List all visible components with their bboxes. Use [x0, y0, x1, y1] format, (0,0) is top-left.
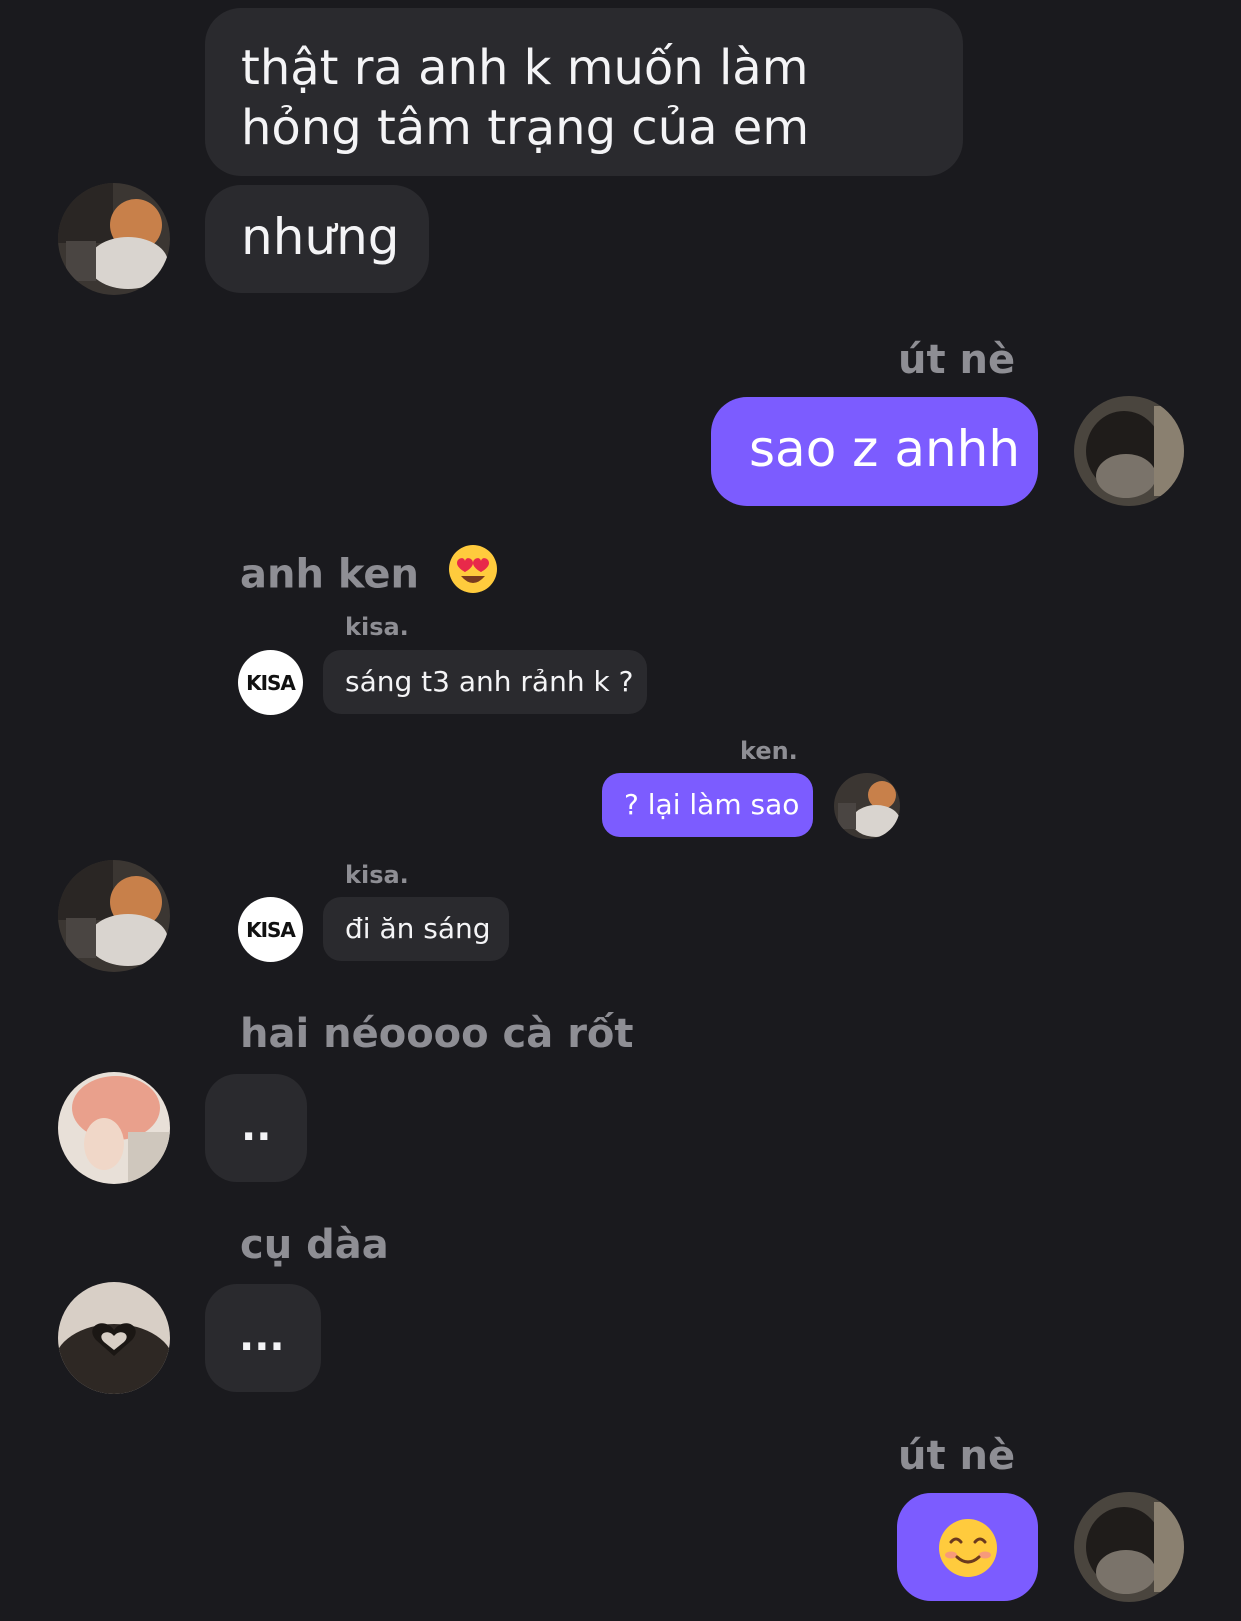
kisa-logo-avatar[interactable]: KISA [238, 897, 303, 962]
reply-sender-name: ken. [740, 737, 798, 765]
reply-bubble[interactable]: đi ăn sáng [323, 897, 509, 961]
heart-eyes-icon [447, 543, 499, 610]
message-bubble[interactable]: .. [205, 1074, 307, 1182]
message-text: nhưng [241, 208, 400, 266]
avatar[interactable] [58, 183, 170, 295]
sender-name: hai néoooo cà rốt [240, 1011, 634, 1057]
message-bubble[interactable]: sao z anhh [711, 397, 1038, 506]
message-bubble[interactable]: ... [205, 1284, 321, 1392]
kisa-logo-text: KISA [246, 917, 296, 942]
avatar[interactable] [1074, 396, 1184, 506]
reply-sender-name: kisa. [345, 861, 409, 889]
sender-name: anh ken [240, 543, 499, 610]
reply-bubble[interactable]: ? lại làm sao [602, 773, 813, 837]
message-text: sao z anhh [749, 420, 1021, 478]
avatar[interactable] [58, 1282, 170, 1394]
message-bubble[interactable]: thật ra anh k muốn làm hỏng tâm trạng củ… [205, 8, 963, 176]
message-text: .. [241, 1104, 272, 1150]
avatar[interactable] [58, 860, 170, 972]
avatar[interactable] [58, 1072, 170, 1184]
reply-text: sáng t3 anh rảnh k ? [345, 665, 634, 698]
avatar[interactable] [834, 773, 900, 839]
reply-sender-name: kisa. [345, 613, 409, 641]
sender-name-text: anh ken [240, 551, 420, 598]
message-text: ... [239, 1314, 285, 1360]
reply-text: ? lại làm sao [624, 788, 800, 821]
reply-text: đi ăn sáng [345, 912, 491, 945]
reply-bubble[interactable]: sáng t3 anh rảnh k ? [323, 650, 647, 714]
message-text: thật ra anh k muốn làm hỏng tâm trạng củ… [241, 40, 810, 156]
sender-name: út nè [898, 337, 1016, 383]
smiling-face-icon [937, 1517, 999, 1583]
avatar[interactable] [1074, 1492, 1184, 1602]
kisa-logo-avatar[interactable]: KISA [238, 650, 303, 715]
sender-name: cụ dàa [240, 1222, 389, 1268]
sender-name: út nè [898, 1433, 1016, 1479]
kisa-logo-text: KISA [246, 670, 296, 695]
message-bubble[interactable] [897, 1493, 1038, 1601]
message-bubble[interactable]: nhưng [205, 185, 429, 293]
